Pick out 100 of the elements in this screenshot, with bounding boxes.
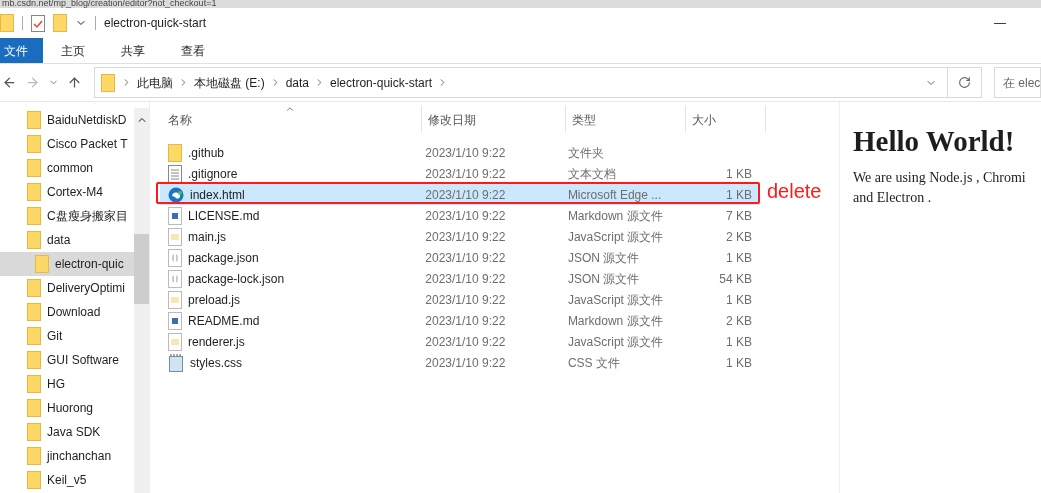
folder-name: Git xyxy=(47,328,63,345)
folder-name: Cisco Packet T xyxy=(47,136,128,153)
file-row[interactable]: .github 2023/1/10 9:22 文件夹 xyxy=(160,142,760,163)
new-folder-icon xyxy=(53,14,67,32)
document-icon xyxy=(168,311,182,330)
file-size: 2 KB xyxy=(725,229,752,244)
modified-date: 2023/1/10 9:22 xyxy=(425,208,506,223)
script-file-icon xyxy=(168,332,182,351)
sidebar-item[interactable]: Keil_v5 xyxy=(0,468,135,492)
breadcrumb-item[interactable]: electron-quick-start xyxy=(330,73,433,92)
file-name: .gitignore xyxy=(188,165,238,183)
file-size: 1 KB xyxy=(725,250,752,265)
ribbon-tab[interactable]: 主页 xyxy=(43,38,103,63)
file-row[interactable]: LICENSE.md 2023/1/10 9:22 Markdown 源文件 7 KB xyxy=(160,205,760,226)
sidebar-item[interactable]: common xyxy=(0,156,135,180)
file-row[interactable]: .gitignore 2023/1/10 9:22 文本文档 1 KB xyxy=(160,163,760,184)
scrollbar-thumb[interactable] xyxy=(134,234,149,304)
sidebar-item[interactable]: Cortex-M4 xyxy=(0,180,135,204)
sidebar-item[interactable]: GUI Software xyxy=(0,348,135,372)
modified-date: 2023/1/10 9:22 xyxy=(425,271,506,286)
forward-icon[interactable] xyxy=(25,75,40,90)
sidebar-item[interactable]: HG xyxy=(0,372,135,396)
breadcrumb-item[interactable]: data xyxy=(285,73,310,92)
folder-icon xyxy=(27,447,41,465)
modified-date: 2023/1/10 9:22 xyxy=(425,187,506,202)
folder-name: GUI Software xyxy=(47,352,120,369)
modified-date: 2023/1/10 9:22 xyxy=(425,313,506,328)
globe-icon xyxy=(168,186,184,203)
sidebar-item[interactable]: BaiduNetdiskD xyxy=(0,108,135,132)
column-header[interactable]: 大小 xyxy=(686,106,766,133)
sidebar-item[interactable]: Huorong xyxy=(0,396,135,420)
column-header[interactable]: 修改日期 xyxy=(422,106,566,133)
folder-icon xyxy=(27,471,41,489)
file-row[interactable]: main.js 2023/1/10 9:22 JavaScript 源文件 2 KB xyxy=(160,226,760,247)
minimize-button[interactable]: — xyxy=(977,14,1023,32)
file-name: LICENSE.md xyxy=(188,207,260,225)
folder-icon xyxy=(27,159,41,177)
file-type: JSON 源文件 xyxy=(567,271,640,286)
script-file-icon xyxy=(168,227,182,246)
breadcrumb-item[interactable]: 本地磁盘 (E:) xyxy=(194,73,265,92)
file-row[interactable]: renderer.js 2023/1/10 9:22 JavaScript 源文件 1 KB xyxy=(160,331,760,352)
file-type: JavaScript 源文件 xyxy=(567,229,664,244)
folder-icon xyxy=(27,375,41,393)
search-input[interactable]: 在 elec xyxy=(1003,73,1040,92)
file-size: 54 KB xyxy=(719,271,752,286)
sidebar-item[interactable]: electron-quic xyxy=(0,252,135,276)
folder-icon xyxy=(0,14,14,32)
folder-name: Download xyxy=(47,304,101,321)
file-name: .github xyxy=(188,144,225,162)
back-icon[interactable] xyxy=(2,75,17,90)
folder-name: Java SDK xyxy=(47,424,101,441)
column-header[interactable]: 名称 xyxy=(160,106,422,133)
sidebar-item[interactable]: Cisco Packet T xyxy=(0,132,135,156)
scrollbar[interactable] xyxy=(134,108,149,493)
file-row[interactable]: package.json 2023/1/10 9:22 JSON 源文件 1 KB xyxy=(160,247,760,268)
file-name: preload.js xyxy=(188,291,241,309)
properties-icon[interactable] xyxy=(31,14,45,32)
breadcrumb-item[interactable]: 此电脑 xyxy=(137,73,173,92)
document-icon xyxy=(168,206,182,225)
file-type: 文件夹 xyxy=(567,145,604,160)
column-header[interactable]: 类型 xyxy=(566,106,686,133)
sidebar-item[interactable]: Java SDK xyxy=(0,420,135,444)
preview-heading: Hello World! xyxy=(853,124,1016,158)
ribbon-tab[interactable]: 查看 xyxy=(163,38,223,63)
file-row[interactable]: preload.js 2023/1/10 9:22 JavaScript 源文件 1 KB xyxy=(160,289,760,310)
file-type: JavaScript 源文件 xyxy=(567,334,664,349)
annotation-label: delete xyxy=(767,179,822,204)
sidebar-item[interactable]: data xyxy=(0,228,135,252)
modified-date: 2023/1/10 9:22 xyxy=(425,145,506,160)
folder-name: BaiduNetdiskD xyxy=(47,112,127,129)
sidebar-item[interactable]: Git xyxy=(0,324,135,348)
window-title: electron-quick-start xyxy=(104,15,207,32)
file-row[interactable]: README.md 2023/1/10 9:22 Markdown 源文件 2 KB xyxy=(160,310,760,331)
file-size: 1 KB xyxy=(725,355,752,370)
folder-icon xyxy=(27,279,41,297)
sidebar-item[interactable]: DeliveryOptimi xyxy=(0,276,135,300)
refresh-icon[interactable] xyxy=(958,76,971,89)
ribbon-tab[interactable]: 文件 xyxy=(0,38,43,63)
up-icon[interactable] xyxy=(67,75,82,90)
sidebar-item[interactable]: Download xyxy=(0,300,135,324)
sort-ascending-icon[interactable] xyxy=(285,104,295,114)
notepad-icon xyxy=(168,353,184,372)
file-size: 1 KB xyxy=(725,292,752,307)
address-bar[interactable]: 此电脑 本地磁盘 (E:) data electron-quick-start xyxy=(94,67,982,98)
search-field[interactable]: 在 elec xyxy=(994,67,1041,98)
folder-name: electron-quic xyxy=(55,256,124,273)
file-type: Markdown 源文件 xyxy=(567,208,663,223)
folder-icon xyxy=(27,351,41,369)
folder-icon xyxy=(27,135,41,153)
ribbon-tab[interactable]: 共享 xyxy=(103,38,163,63)
folder-name: Huorong xyxy=(47,400,94,417)
file-row[interactable]: package-lock.json 2023/1/10 9:22 JSON 源文件 54 KB xyxy=(160,268,760,289)
file-name: index.html xyxy=(190,186,245,204)
file-size: 7 KB xyxy=(725,208,752,223)
file-row[interactable]: styles.css 2023/1/10 9:22 CSS 文件 1 KB xyxy=(160,352,760,373)
folder-icon xyxy=(27,399,41,417)
sidebar-item[interactable]: jinchanchan xyxy=(0,444,135,468)
folder-name: Cortex-M4 xyxy=(47,184,103,201)
sidebar-item[interactable]: C盘瘦身搬家目 xyxy=(0,204,135,228)
file-type: CSS 文件 xyxy=(567,355,620,370)
